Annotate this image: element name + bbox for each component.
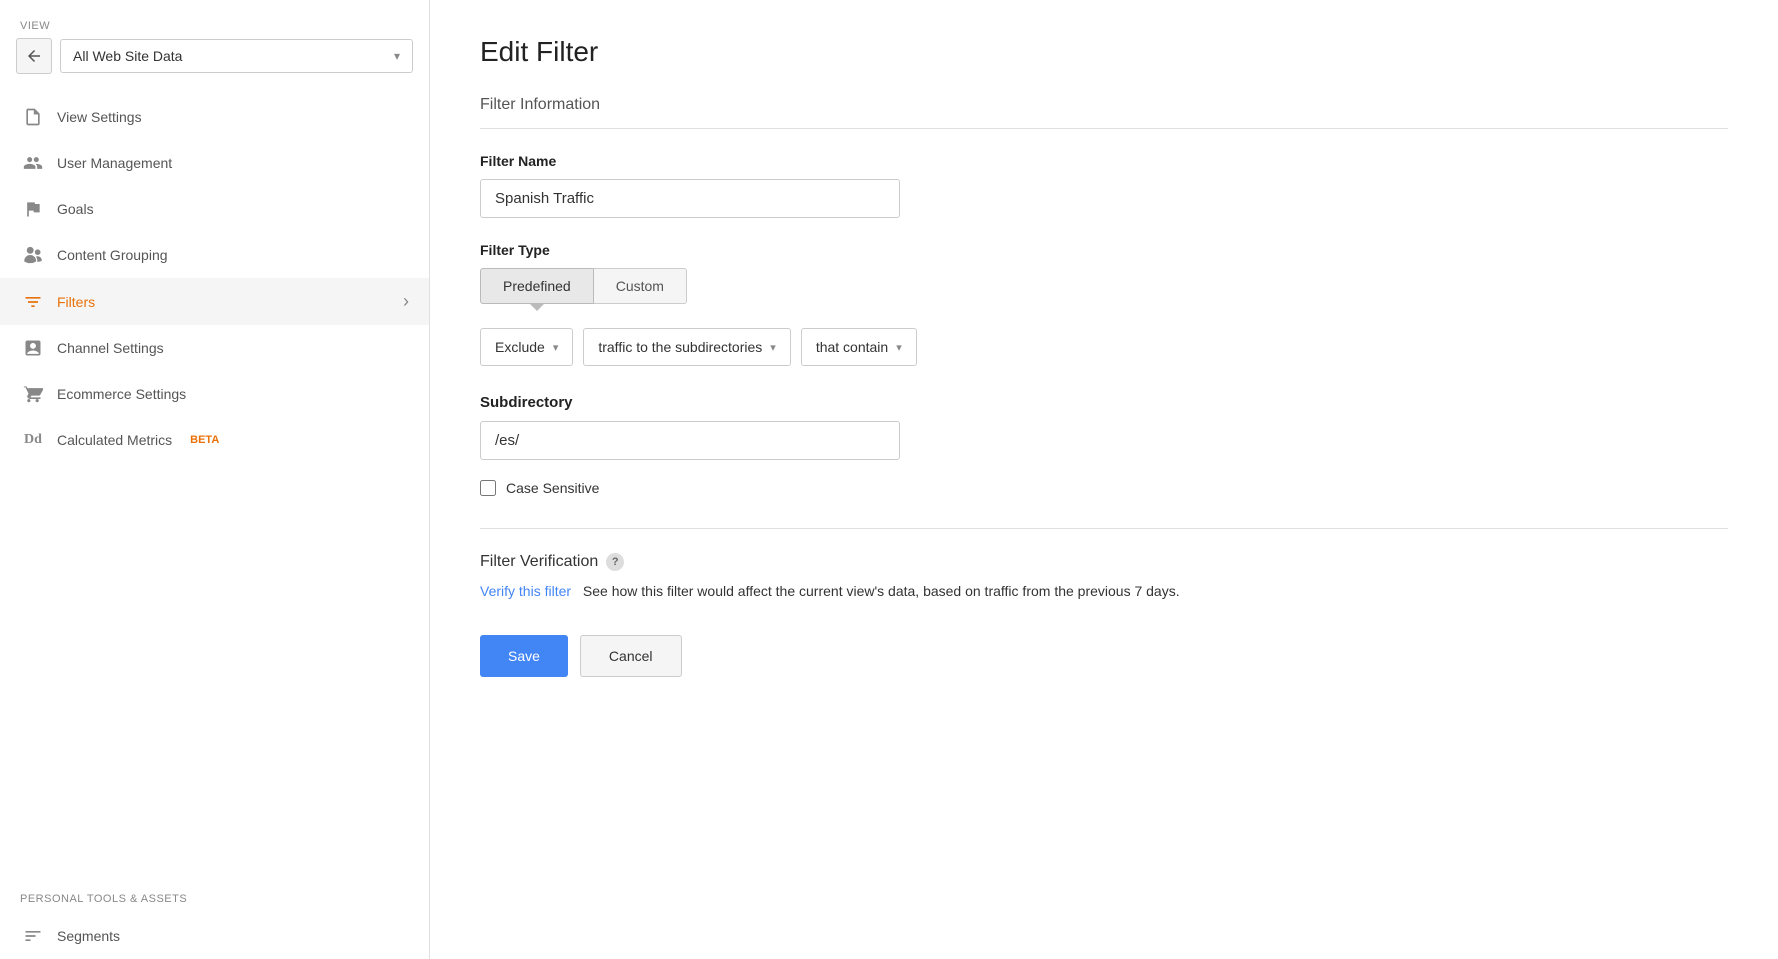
dd-icon: Dd [23, 430, 43, 450]
verification-text: Verify this filter See how this filter w… [480, 583, 1728, 599]
cart-icon [23, 384, 43, 404]
divider [480, 528, 1728, 529]
filter-information-section: Filter Information [480, 96, 1728, 129]
save-button[interactable]: Save [480, 635, 568, 677]
sidebar-item-filters[interactable]: Filters › [0, 278, 429, 325]
view-label: VIEW [0, 20, 429, 38]
filter-name-field: Filter Name [480, 153, 1728, 242]
filter-verification-title: Filter Verification ? [480, 553, 1728, 571]
filter-name-label: Filter Name [480, 153, 1728, 169]
sidebar-item-label: User Management [57, 155, 172, 171]
filter-type-label: Filter Type [480, 242, 1728, 258]
exclude-label: Exclude [495, 339, 545, 355]
sidebar-item-ecommerce-settings[interactable]: Ecommerce Settings [0, 371, 429, 417]
filter-type-predefined-button[interactable]: Predefined [480, 268, 594, 304]
subdirectory-input[interactable] [480, 421, 900, 460]
segments-icon [23, 926, 43, 946]
main-content: Edit Filter Filter Information Filter Na… [430, 0, 1778, 959]
help-icon[interactable]: ? [606, 553, 624, 571]
filter-name-input[interactable] [480, 179, 900, 218]
sidebar-item-content-grouping[interactable]: Content Grouping [0, 232, 429, 278]
sidebar-item-label: Content Grouping [57, 247, 168, 263]
filter-dropdowns: Exclude ▾ traffic to the subdirectories … [480, 328, 1728, 366]
flag-icon [23, 199, 43, 219]
personal-tools-header: PERSONAL TOOLS & ASSETS [0, 873, 429, 913]
chevron-down-icon: ▾ [770, 341, 776, 354]
sidebar-item-segments[interactable]: Segments [0, 913, 429, 959]
subdirectory-section: Subdirectory [480, 394, 1728, 460]
sidebar-item-label: Channel Settings [57, 340, 164, 356]
action-buttons: Save Cancel [480, 635, 1728, 677]
filter-icon [23, 292, 43, 312]
back-button[interactable] [16, 38, 52, 74]
sidebar-item-label: Calculated Metrics [57, 432, 172, 448]
sidebar-item-user-management[interactable]: User Management [0, 140, 429, 186]
chevron-down-icon: ▾ [896, 341, 902, 354]
filter-type-custom-button[interactable]: Custom [594, 268, 687, 304]
case-sensitive-row: Case Sensitive [480, 480, 1728, 496]
filter-type-section: Filter Type Predefined Custom [480, 242, 1728, 304]
page-title: Edit Filter [480, 36, 1728, 68]
sidebar-item-channel-settings[interactable]: Channel Settings [0, 325, 429, 371]
traffic-dropdown[interactable]: traffic to the subdirectories ▾ [583, 328, 790, 366]
sidebar-item-calculated-metrics[interactable]: Dd Calculated Metrics BETA [0, 417, 429, 463]
exclude-dropdown[interactable]: Exclude ▾ [480, 328, 573, 366]
document-icon [23, 107, 43, 127]
channel-icon [23, 338, 43, 358]
sidebar-item-goals[interactable]: Goals [0, 186, 429, 232]
sidebar: VIEW All Web Site Data ▾ View Settings U… [0, 0, 430, 959]
cancel-button[interactable]: Cancel [580, 635, 682, 677]
active-arrow-icon: › [403, 291, 409, 312]
subdirectory-label: Subdirectory [480, 394, 1728, 411]
users-icon [23, 153, 43, 173]
sidebar-item-view-settings[interactable]: View Settings [0, 94, 429, 140]
sidebar-item-label: View Settings [57, 109, 142, 125]
case-sensitive-label: Case Sensitive [506, 480, 599, 496]
view-selector-row: All Web Site Data ▾ [0, 38, 429, 94]
verify-filter-link[interactable]: Verify this filter [480, 583, 571, 599]
sidebar-item-label: Goals [57, 201, 94, 217]
sidebar-item-label: Segments [57, 928, 120, 944]
contain-label: that contain [816, 339, 888, 355]
nav-items: View Settings User Management Goals Cont… [0, 94, 429, 873]
beta-badge: BETA [190, 434, 219, 446]
filter-type-buttons: Predefined Custom [480, 268, 1728, 304]
filter-verification-label: Filter Verification [480, 553, 598, 571]
sidebar-item-label: Filters [57, 294, 95, 310]
contain-dropdown[interactable]: that contain ▾ [801, 328, 917, 366]
sidebar-item-label: Ecommerce Settings [57, 386, 186, 402]
view-dropdown-label: All Web Site Data [73, 48, 182, 64]
hierarchy-icon [23, 245, 43, 265]
chevron-down-icon: ▾ [553, 341, 559, 354]
view-dropdown[interactable]: All Web Site Data ▾ [60, 39, 413, 73]
chevron-down-icon: ▾ [394, 49, 400, 63]
case-sensitive-checkbox[interactable] [480, 480, 496, 496]
verify-description: See how this filter would affect the cur… [583, 583, 1180, 599]
traffic-label: traffic to the subdirectories [598, 339, 762, 355]
